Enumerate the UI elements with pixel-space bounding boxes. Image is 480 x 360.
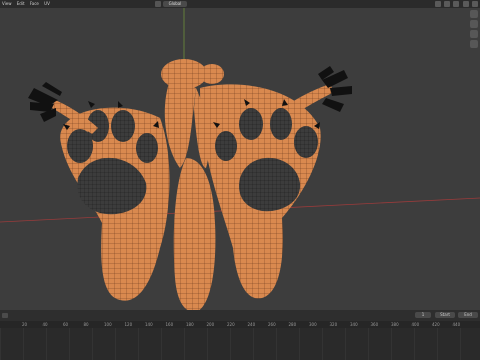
shading-material-icon[interactable] [462, 1, 469, 7]
viewport-navigation-gizmo [468, 8, 480, 68]
menu-uv[interactable]: UV [42, 0, 52, 8]
zoom-icon[interactable] [470, 10, 478, 18]
ruler-tick-label: 280 [288, 322, 297, 327]
ruler-tick-label: 420 [432, 322, 440, 327]
ruler-tick-label: 380 [391, 322, 399, 327]
ruler-tick-label: 240 [247, 322, 256, 327]
ruler-tick-label: 100 [104, 322, 112, 327]
ruler-tick-label: 140 [145, 322, 153, 327]
ruler-tick-label: 180 [186, 322, 194, 327]
menu-view[interactable]: View [0, 0, 14, 8]
ruler-tick-label: 40 [42, 322, 48, 327]
ruler-tick-label: 400 [411, 322, 420, 327]
center-leg-mesh [173, 158, 216, 312]
menu-face[interactable]: Face [28, 0, 41, 8]
ruler-tick-label: 320 [329, 322, 338, 327]
playback-controls: |◀ ◀◀ ◀ ▶ ▶▶ ▶| [177, 312, 244, 329]
start-frame-field[interactable]: Start [435, 312, 455, 318]
ruler-tick-label: 340 [350, 322, 358, 327]
shading-solid-icon[interactable] [453, 1, 460, 7]
left-paw-mesh [60, 101, 170, 301]
ruler-tick-label: 440 [452, 322, 461, 327]
ruler-tick-label: 360 [370, 322, 379, 327]
right-paw-mesh [200, 84, 321, 299]
header-menu: View Edit Face UV [0, 0, 52, 8]
ruler-tick-label: 20 [22, 322, 28, 327]
ruler-tick-label: 300 [309, 322, 317, 327]
shading-wireframe-icon[interactable] [444, 1, 451, 7]
timeline-menu-button[interactable] [2, 313, 8, 318]
ruler-tick-label: 80 [83, 322, 89, 327]
end-frame-field[interactable]: End [458, 312, 478, 318]
transform-orientation-dropdown[interactable]: Global [163, 1, 187, 7]
timeline-header: |◀ ◀◀ ◀ ▶ ▶▶ ▶| 1 Start End [0, 310, 480, 329]
ruler-tick-label: 220 [227, 322, 235, 327]
3d-viewport[interactable] [0, 8, 480, 312]
viewport-canvas [0, 8, 480, 312]
shading-rendered-icon[interactable] [472, 1, 478, 7]
camera-view-icon[interactable] [470, 30, 478, 38]
ruler-tick-label: 60 [63, 322, 69, 327]
current-frame-field[interactable]: 1 [415, 312, 431, 318]
overlay-icon[interactable] [434, 1, 441, 7]
ruler-tick-label: 260 [268, 322, 276, 327]
menu-edit[interactable]: Edit [15, 0, 27, 8]
left-hand-mesh [28, 82, 98, 134]
right-hand-mesh [292, 66, 352, 112]
ruler-tick-label: 120 [124, 322, 133, 327]
timeline-track-area[interactable] [0, 328, 480, 360]
transform-orientation-icon[interactable] [155, 1, 161, 7]
timeline-ruler[interactable]: 20 40 60 80 100 120 140 160 180 200 220 240 260 280 30… [0, 321, 480, 328]
ruler-tick-label: 160 [165, 322, 174, 327]
top-header-bar: View Edit Face UV Global [0, 0, 480, 8]
perspective-toggle-icon[interactable] [470, 40, 478, 48]
header-right-tools [433, 1, 478, 7]
pan-hand-icon[interactable] [470, 20, 478, 28]
ruler-tick-label: 200 [206, 322, 215, 327]
